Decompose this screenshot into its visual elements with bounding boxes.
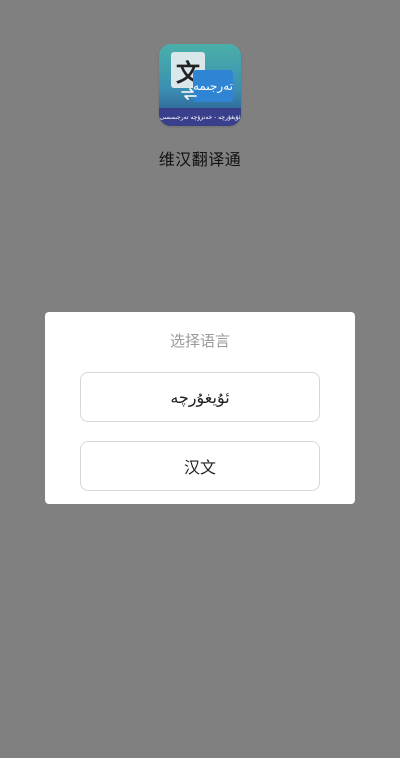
chinese-language-label: 汉文: [183, 458, 216, 477]
app-title: 维汉翻译通: [158, 150, 242, 169]
app-logo-icon: 文 تەرجىمە ئۇيغۇرچە - خەنزۇچە تەرجىمىسى: [159, 44, 241, 126]
language-select-dialog: 选择语言 ئۇيغۇرچە 汉文: [45, 312, 355, 504]
uyghur-glyph-card: تەرجىمە: [193, 70, 233, 102]
uyghur-language-button[interactable]: ئۇيغۇرچە: [80, 372, 320, 422]
dialog-title: 选择语言: [169, 332, 230, 350]
chinese-language-button[interactable]: 汉文: [80, 441, 320, 491]
uyghur-language-label: ئۇيغۇرچە: [170, 387, 230, 407]
swap-arrow-icon: [181, 88, 197, 100]
logo-caption: ئۇيغۇرچە - خەنزۇچە تەرجىمىسى: [159, 108, 241, 126]
